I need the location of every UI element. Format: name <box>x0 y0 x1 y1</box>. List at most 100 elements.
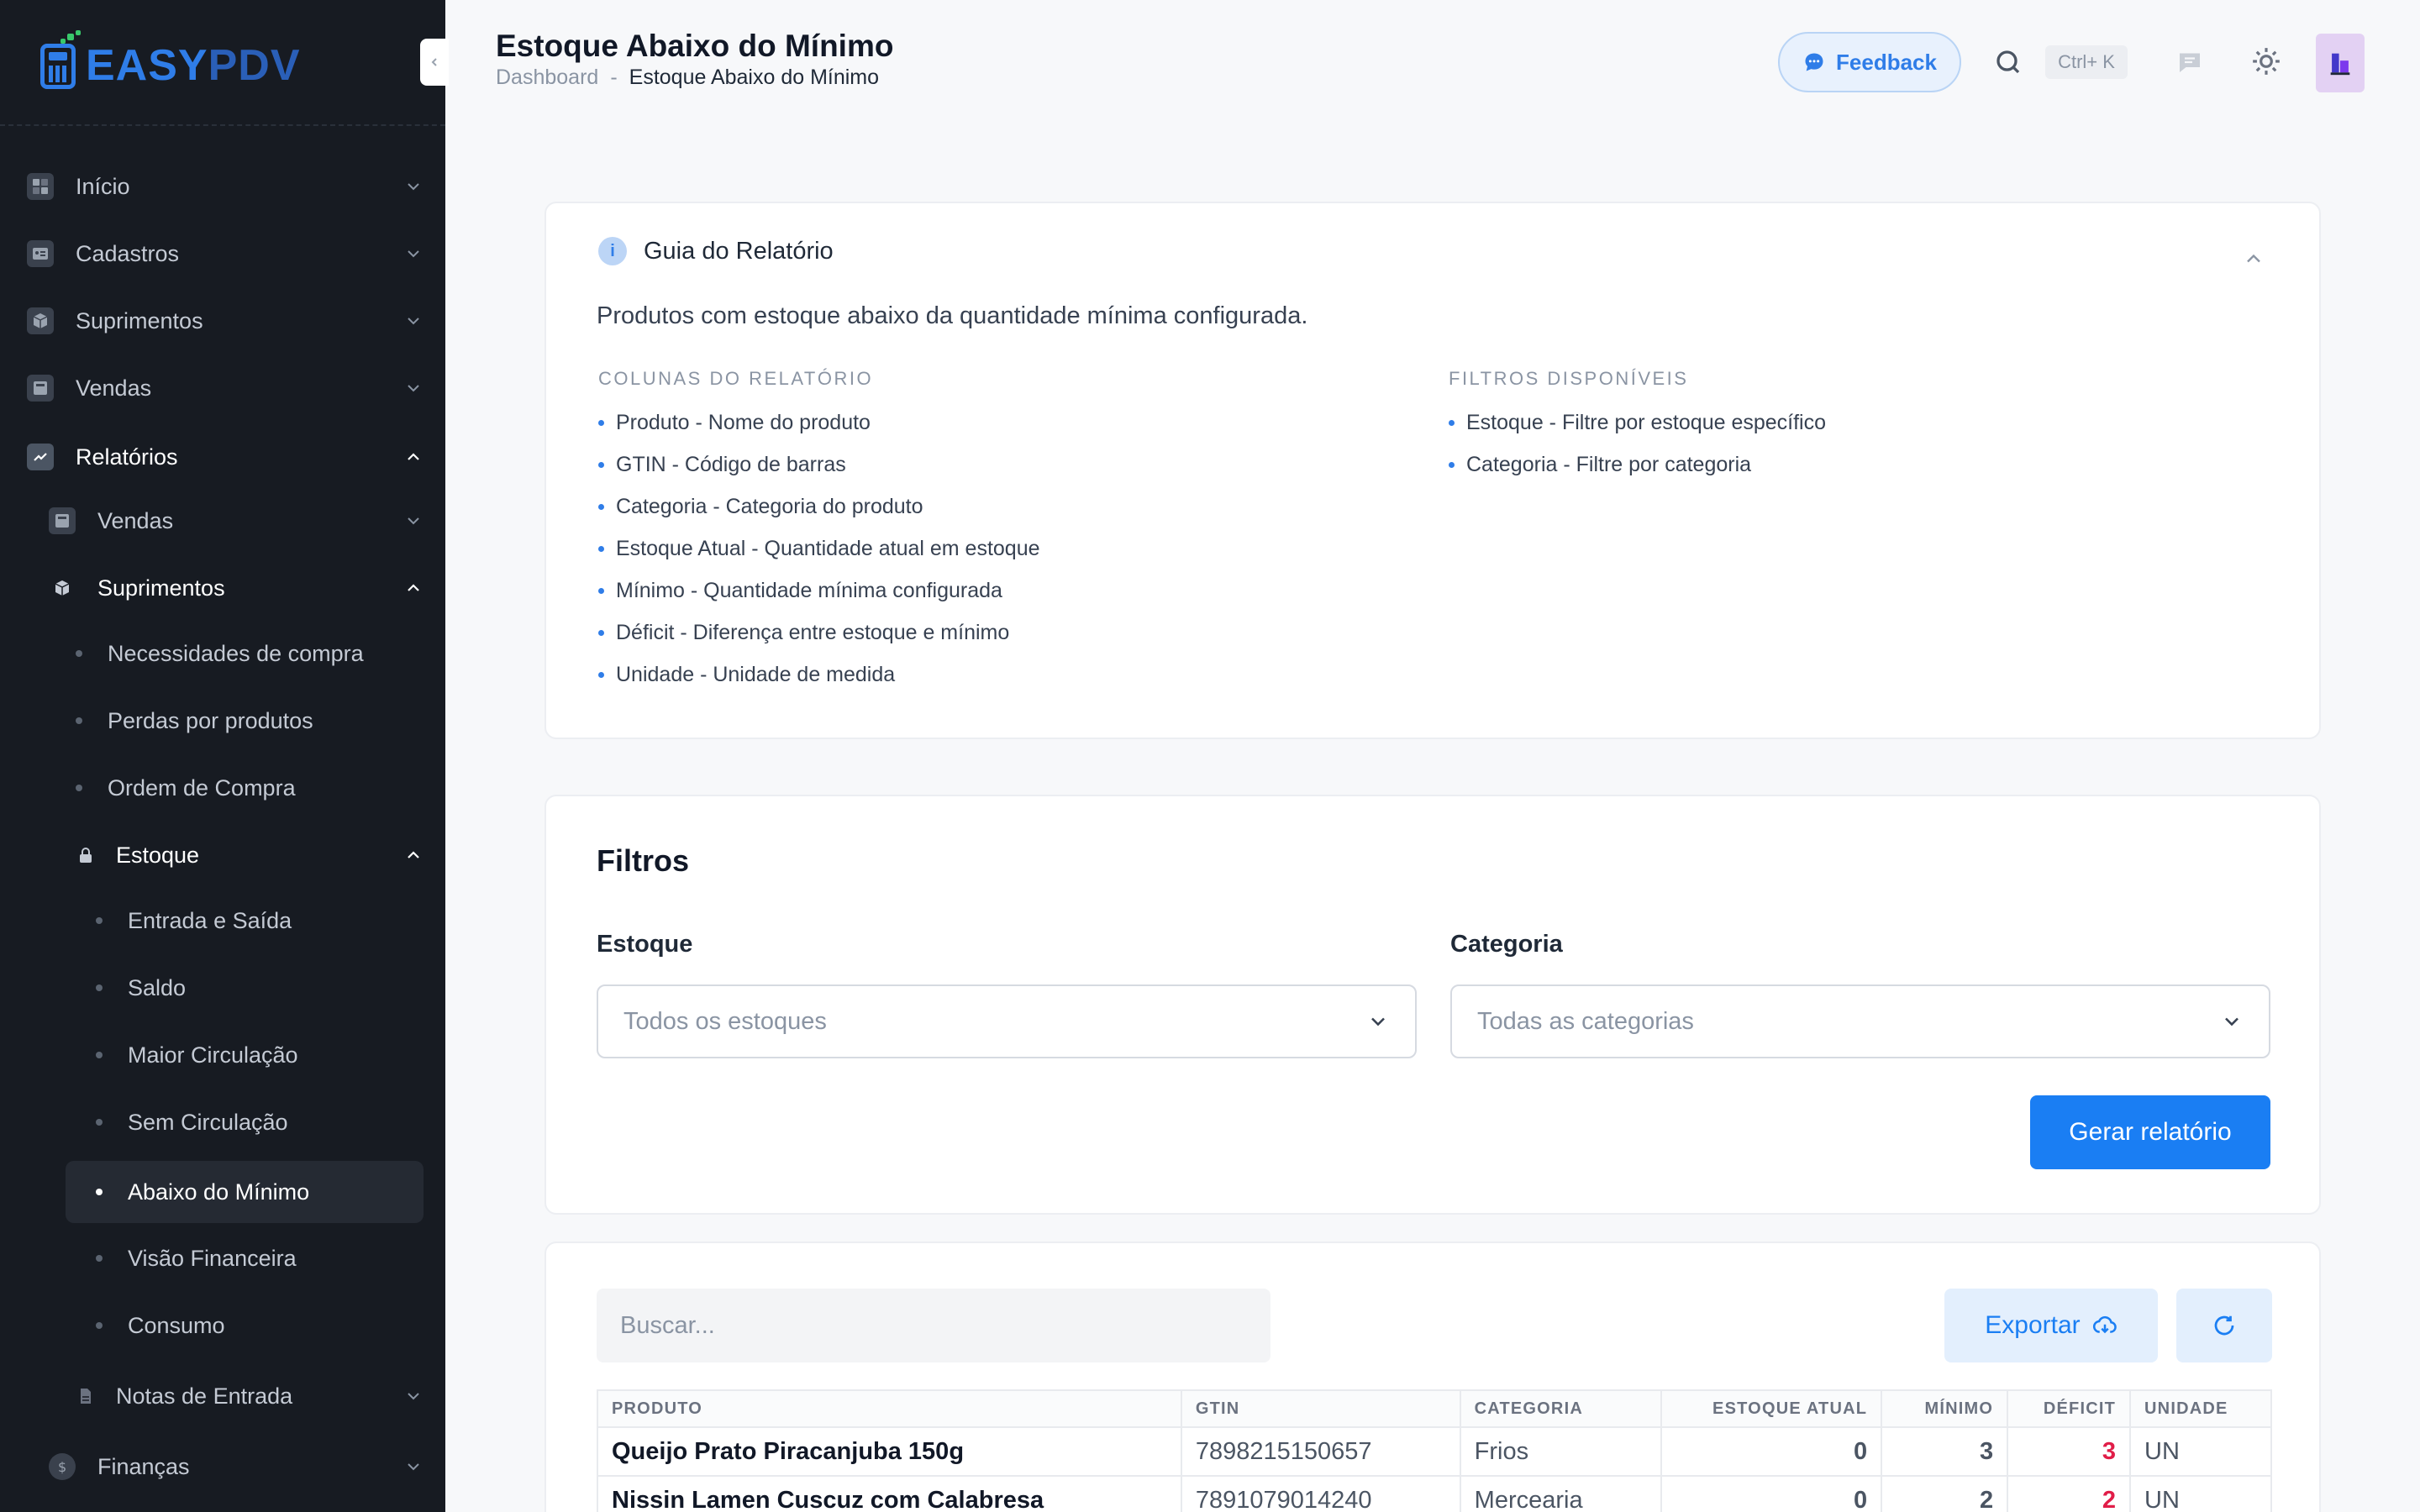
sidebar-item-perdas-por-produtos[interactable]: Perdas por produtos <box>72 694 424 748</box>
sidebar-item-label: Relatórios <box>76 444 178 470</box>
sidebar-item-notas-de-entrada[interactable]: Notas de Entrada <box>72 1369 424 1423</box>
theme-toggle-sun-icon[interactable] <box>2250 45 2282 77</box>
sidebar-item-financas[interactable]: $ Finanças <box>49 1440 424 1494</box>
table-header-row: PRODUTO GTIN CATEGORIA ESTOQUE ATUAL MÍN… <box>597 1389 2272 1428</box>
chevron-up-icon <box>408 453 419 460</box>
document-icon <box>72 1383 99 1410</box>
column-header-estoque-atual[interactable]: ESTOQUE ATUAL <box>1660 1389 1883 1428</box>
sidebar-item-estoque[interactable]: Estoque <box>72 828 424 882</box>
columns-heading: COLUNAS DO RELATÓRIO <box>598 368 874 389</box>
table-search-input[interactable]: Buscar... <box>597 1289 1270 1362</box>
bullet-dot <box>96 1189 103 1195</box>
user-avatar[interactable] <box>2316 34 2365 92</box>
report-guide-title: Guia do Relatório <box>644 237 834 265</box>
chevron-down-icon <box>408 183 419 191</box>
register-icon <box>49 507 76 534</box>
stock-select-value: Todos os estoques <box>623 1007 827 1035</box>
sidebar-item-maior-circulacao[interactable]: Maior Circulação <box>66 1028 424 1082</box>
chevron-down-icon <box>408 250 419 258</box>
sidebar-item-suprimentos[interactable]: Suprimentos <box>27 294 424 348</box>
cell-minimo: 3 <box>1881 1426 2009 1477</box>
sidebar-collapse-button[interactable] <box>420 39 449 86</box>
sidebar-item-relatorios[interactable]: Relatórios <box>27 430 424 484</box>
box-icon <box>49 575 76 601</box>
column-header-produto[interactable]: PRODUTO <box>597 1389 1182 1428</box>
register-icon <box>27 375 54 402</box>
bullet-dot <box>96 984 103 991</box>
sidebar-item-label: Finanças <box>97 1453 190 1479</box>
sidebar-item-label: Sem Circulação <box>128 1109 288 1135</box>
chart-line-icon <box>27 444 54 470</box>
brand-name: EASYPDV <box>86 41 301 90</box>
chevron-down-icon <box>408 318 419 325</box>
easypdv-logo[interactable]: EASYPDV <box>39 30 301 91</box>
dashboard-icon <box>27 173 54 200</box>
report-table-card: Buscar... Exportar PRODUTO GTIN CATEGORI… <box>544 1242 2321 1512</box>
category-select[interactable]: Todas as categorias <box>1450 984 2270 1058</box>
sidebar-item-relatorios-suprimentos[interactable]: Suprimentos <box>49 561 424 615</box>
list-item: Unidade - Unidade de medida <box>598 654 1040 696</box>
chevron-up-icon[interactable] <box>2242 247 2265 270</box>
chevron-down-icon <box>2225 1017 2238 1026</box>
bullet-dot <box>76 785 82 791</box>
filters-list: Estoque - Filtre por estoque específico … <box>1449 402 1826 486</box>
chevron-up-icon <box>408 584 419 591</box>
sidebar-item-label: Ordem de Compra <box>108 774 296 801</box>
sidebar-divider <box>0 124 445 126</box>
bullet-dot <box>96 1322 103 1329</box>
sidebar-item-cadastros[interactable]: Cadastros <box>27 227 424 281</box>
cell-minimo: 2 <box>1881 1475 2009 1512</box>
cell-gtin: 7898215150657 <box>1180 1426 1461 1477</box>
search-icon[interactable] <box>1993 47 2023 77</box>
sidebar-item-label: Cadastros <box>76 240 180 266</box>
sidebar-item-vendas[interactable]: Vendas <box>27 361 424 415</box>
sidebar-item-ordem-de-compra[interactable]: Ordem de Compra <box>72 761 424 815</box>
sidebar-item-visao-financeira[interactable]: Visão Financeira <box>66 1231 424 1285</box>
breadcrumb-current: Estoque Abaixo do Mínimo <box>629 66 880 89</box>
store-logo-icon <box>2330 53 2350 76</box>
sidebar-item-entrada-e-saida[interactable]: Entrada e Saída <box>66 894 424 948</box>
sidebar-item-consumo[interactable]: Consumo <box>66 1299 424 1352</box>
breadcrumb: Dashboard - Estoque Abaixo do Mínimo <box>496 66 879 90</box>
cell-deficit: 3 <box>2007 1426 2132 1477</box>
sidebar-item-abaixo-do-minimo[interactable]: Abaixo do Mínimo <box>66 1161 424 1223</box>
column-header-minimo[interactable]: MÍNIMO <box>1881 1389 2009 1428</box>
sidebar-item-sem-circulacao[interactable]: Sem Circulação <box>66 1095 424 1149</box>
columns-list: Produto - Nome do produto GTIN - Código … <box>598 402 1040 696</box>
breadcrumb-separator: - <box>610 66 618 89</box>
feedback-button[interactable]: Feedback <box>1778 32 1961 92</box>
bullet-dot <box>96 917 103 924</box>
chevron-down-icon <box>408 517 419 525</box>
export-button[interactable]: Exportar <box>1944 1289 2158 1362</box>
pos-terminal-icon <box>39 30 81 91</box>
column-header-categoria[interactable]: CATEGORIA <box>1459 1389 1663 1428</box>
table-row[interactable]: Queijo Prato Piracanjuba 150g 7898215150… <box>597 1426 2272 1477</box>
bullet-dot <box>96 1119 103 1126</box>
sidebar-item-relatorios-vendas[interactable]: Vendas <box>49 494 424 548</box>
filters-card: Filtros Estoque Todos os estoques Catego… <box>544 795 2321 1215</box>
column-header-unidade[interactable]: UNIDADE <box>2129 1389 2272 1428</box>
cell-produto: Queijo Prato Piracanjuba 150g <box>597 1426 1182 1477</box>
cell-gtin: 7891079014240 <box>1180 1475 1461 1512</box>
table-row[interactable]: Nissin Lamen Cuscuz com Calabresa 789107… <box>597 1475 2272 1512</box>
breadcrumb-dashboard-link[interactable]: Dashboard <box>496 66 598 90</box>
chevron-down-icon <box>1371 1017 1385 1026</box>
sidebar-item-label: Notas de Entrada <box>116 1383 293 1409</box>
category-filter-label: Categoria <box>1450 931 1563 958</box>
sidebar-item-inicio[interactable]: Início <box>27 160 424 213</box>
sidebar-item-label: Vendas <box>97 507 174 533</box>
chevron-down-icon <box>408 1463 419 1471</box>
search-shortcut-badge: Ctrl+ K <box>2045 45 2128 79</box>
column-header-gtin[interactable]: GTIN <box>1180 1389 1461 1428</box>
sidebar-item-necessidades-de-compra[interactable]: Necessidades de compra <box>72 627 424 680</box>
stock-select[interactable]: Todos os estoques <box>597 984 1417 1058</box>
cell-unidade: UN <box>2129 1475 2272 1512</box>
sidebar-item-saldo[interactable]: Saldo <box>66 961 424 1015</box>
generate-report-button[interactable]: Gerar relatório <box>2030 1095 2270 1169</box>
sidebar-item-label: Necessidades de compra <box>108 640 364 666</box>
messages-icon[interactable] <box>2175 47 2205 77</box>
refresh-button[interactable] <box>2176 1289 2272 1362</box>
id-card-icon <box>27 240 54 267</box>
report-guide-header[interactable]: i Guia do Relatório <box>598 237 834 265</box>
column-header-deficit[interactable]: DÉFICIT <box>2007 1389 2132 1428</box>
